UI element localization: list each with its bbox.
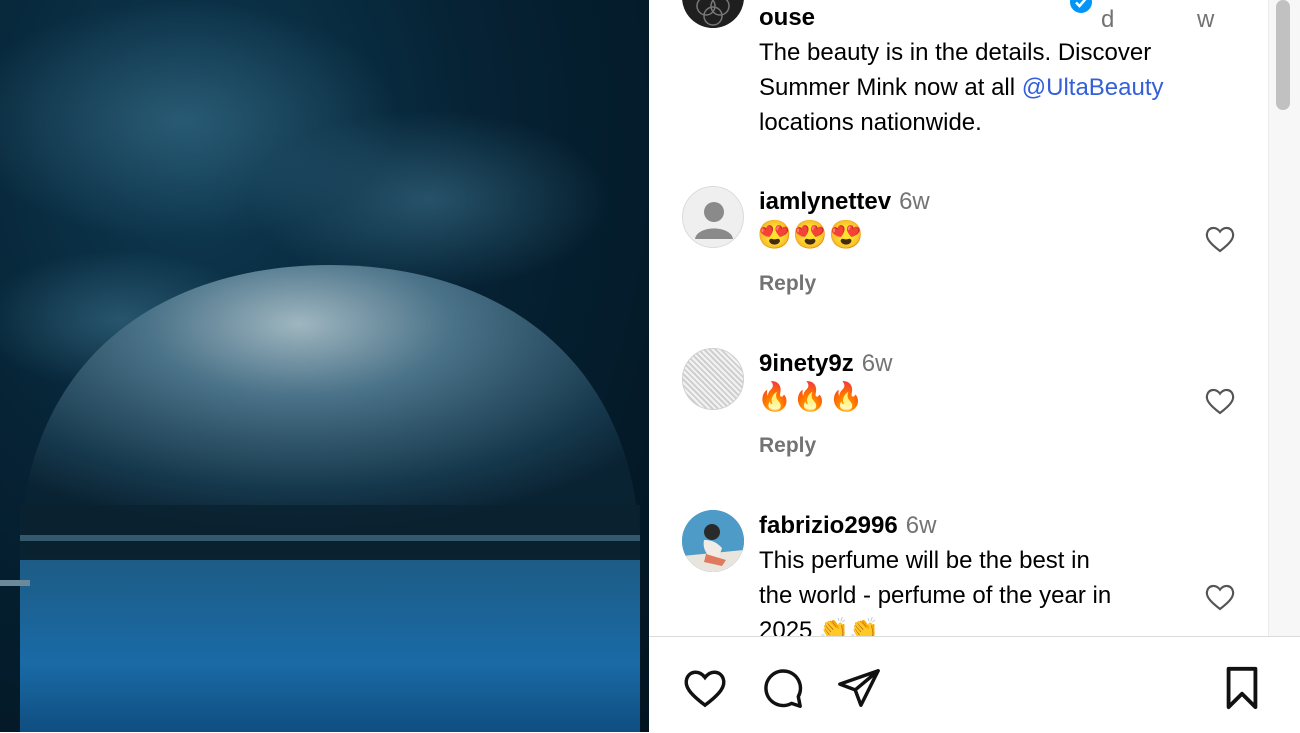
comment-time[interactable]: 6w (906, 512, 937, 539)
user-photo-avatar (682, 510, 744, 572)
comment-text-line-3: 2025 👏👏 (759, 617, 879, 636)
comment-text-line-1: This perfume will be the best in (759, 547, 1090, 574)
comment-avatar-9inety9z[interactable] (682, 348, 744, 410)
like-heart-icon[interactable] (682, 667, 728, 709)
default-avatar-icon (695, 202, 733, 239)
brand-logo-icon (682, 0, 744, 28)
verified-badge-icon (1070, 0, 1092, 13)
comment-text: This perfume will be the best in the wor… (759, 543, 1199, 636)
heart-icon[interactable] (1204, 582, 1236, 612)
bookmark-icon[interactable] (1222, 665, 1262, 711)
author-avatar[interactable] (682, 0, 744, 28)
comment-icon[interactable] (759, 665, 805, 711)
comment-avatar-fabrizio2996[interactable] (682, 510, 744, 572)
comment-time[interactable]: 6w (862, 350, 893, 377)
reply-button[interactable]: Reply (759, 434, 816, 458)
caption-line-2: Summer Mink now at all @UltaBeauty (759, 70, 1239, 105)
scrollbar-thumb[interactable] (1276, 0, 1290, 110)
author-username[interactable]: ouse (759, 4, 815, 32)
post-action-bar (649, 636, 1300, 733)
heart-icon[interactable] (1204, 386, 1236, 416)
share-icon[interactable] (836, 665, 882, 711)
comments-scroll-area[interactable]: ouse d w The beauty is in the details. D… (649, 0, 1269, 636)
comment-avatar-iamlynettev[interactable] (682, 186, 744, 248)
mention-link[interactable]: @UltaBeauty (1022, 74, 1164, 101)
comment-text: 😍😍😍 (757, 219, 865, 250)
post-media-image[interactable] (0, 0, 649, 732)
heart-icon[interactable] (1204, 224, 1236, 254)
comment-username[interactable]: iamlynettev (759, 188, 891, 215)
caption-line-2-text: Summer Mink now at all (759, 74, 1022, 101)
comment-header: fabrizio2996 6w (759, 512, 936, 540)
post-caption: The beauty is in the details. Discover S… (759, 35, 1239, 140)
comment-username[interactable]: 9inety9z (759, 350, 854, 377)
comment-text: 🔥🔥🔥 (757, 381, 865, 412)
reply-button[interactable]: Reply (759, 272, 816, 296)
perfume-bottle-image (0, 0, 640, 732)
post-meta-right: w (1197, 6, 1215, 33)
post-meta-left: d (1101, 6, 1115, 33)
caption-line-3: locations nationwide. (759, 109, 982, 136)
comment-header: iamlynettev 6w (759, 188, 930, 216)
comment-time[interactable]: 6w (899, 188, 930, 215)
comment-text-line-2: the world - perfume of the year in (759, 582, 1112, 609)
comment-username[interactable]: fabrizio2996 (759, 512, 898, 539)
post-panel: ouse d w The beauty is in the details. D… (649, 0, 1300, 732)
comment-header: 9inety9z 6w (759, 350, 892, 378)
caption-line-1: The beauty is in the details. Discover (759, 39, 1152, 66)
